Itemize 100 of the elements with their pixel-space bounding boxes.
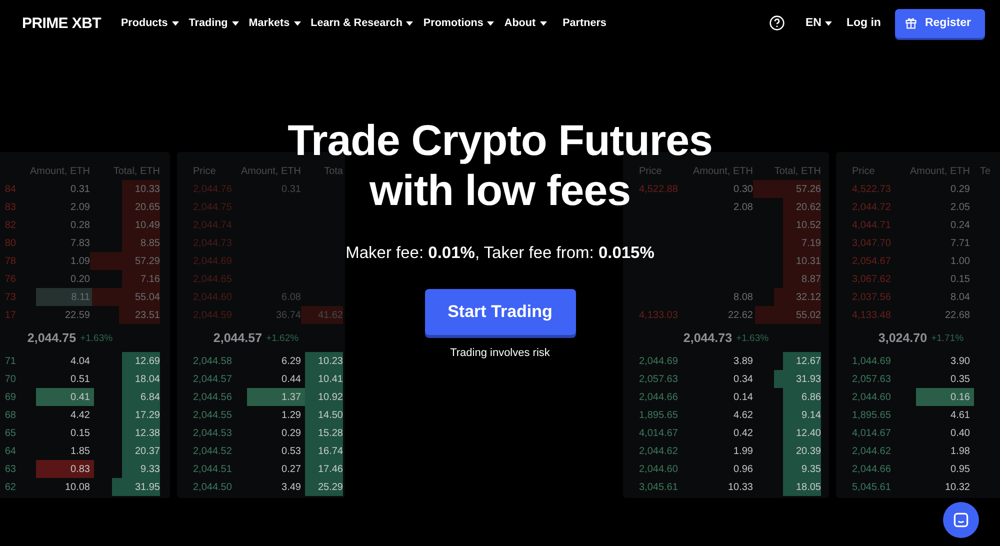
amount: 3.90: [950, 356, 970, 366]
total: 55.04: [134, 292, 160, 302]
depth-bar: [122, 352, 160, 370]
last-price: 2,044.73: [683, 331, 732, 345]
depth-bar: [783, 478, 821, 496]
price: 64: [4, 446, 16, 456]
amount: 0.29: [950, 184, 970, 194]
price: 2,044.60: [852, 392, 891, 402]
total: 7.16: [140, 274, 160, 284]
column-header: Price: [639, 166, 662, 176]
gift-icon: [904, 17, 917, 29]
menu-item[interactable]: Promotions: [423, 13, 494, 33]
total: 14.50: [318, 410, 343, 420]
price: 2,044.51: [193, 464, 232, 474]
depth-bar: [305, 478, 343, 496]
price: 1,895.65: [639, 410, 678, 420]
amount: 0.27: [282, 464, 301, 474]
total: 12.40: [796, 428, 821, 438]
total: 20.65: [134, 202, 160, 212]
amount: 22.62: [728, 310, 753, 320]
price: 76: [4, 274, 16, 284]
total: 55.02: [796, 310, 821, 320]
price: 63: [4, 464, 16, 474]
column-header: Price: [852, 166, 875, 176]
amount: 0.95: [950, 464, 970, 474]
price: 65: [4, 428, 16, 438]
amount: 22.68: [944, 310, 970, 320]
price: 70: [4, 374, 16, 384]
column-header: Te: [980, 166, 991, 176]
total: 7.19: [802, 238, 821, 248]
price: 2,044.76: [193, 184, 232, 194]
total: 6.84: [140, 392, 160, 402]
total: 8.85: [140, 238, 160, 248]
menu-item[interactable]: Partners: [562, 13, 606, 33]
logo[interactable]: PRIME XBT: [22, 14, 101, 32]
total: 31.95: [134, 482, 160, 492]
total: 9.33: [140, 464, 160, 474]
last-price: 2,044.57: [213, 331, 262, 345]
amount: 6.29: [282, 356, 301, 366]
amount: 0.35: [950, 374, 970, 384]
amount: 1.29: [282, 410, 301, 420]
total: 10.41: [318, 374, 343, 384]
price: 84: [4, 184, 16, 194]
depth-bar: [755, 306, 821, 324]
language-selector[interactable]: EN: [805, 17, 832, 29]
price-change: +1.63%: [80, 332, 113, 344]
total: 20.37: [134, 446, 160, 456]
price: 82: [4, 220, 16, 230]
price: 5,045.61: [852, 482, 891, 492]
total: 10.52: [796, 220, 821, 230]
help-icon[interactable]: [769, 15, 786, 31]
depth-bar: [783, 352, 821, 370]
price: 2,044.52: [193, 446, 232, 456]
price: 2,044.69: [639, 356, 678, 366]
total: 9.14: [802, 410, 821, 420]
amount: 0.42: [734, 428, 753, 438]
chat-button[interactable]: [943, 502, 979, 538]
price: 2,044.74: [193, 220, 232, 230]
price: 1,044.69: [852, 356, 891, 366]
login-link[interactable]: Log in: [846, 17, 881, 29]
price: 2,044.66: [639, 392, 678, 402]
price: 83: [4, 202, 16, 212]
price: 3,047.70: [852, 238, 891, 248]
price: 2,044.75: [193, 202, 232, 212]
total: 20.39: [796, 446, 821, 456]
column-header: Amount, ETH: [30, 166, 90, 176]
total: 12.67: [796, 356, 821, 366]
price: 2,037.56: [852, 292, 891, 302]
amount: 2.08: [734, 202, 753, 212]
amount: 1.09: [70, 256, 90, 266]
last-price: 2,044.75: [27, 331, 76, 345]
register-button[interactable]: Register: [894, 8, 985, 38]
price: 2,044.59: [193, 310, 232, 320]
total: 17.29: [134, 410, 160, 420]
amount: 0.15: [950, 274, 970, 284]
menu-item[interactable]: Products: [120, 13, 179, 33]
price-change: +1.63%: [736, 332, 769, 344]
total: 10.33: [134, 184, 160, 194]
amount: 10.33: [728, 482, 753, 492]
start-trading-button[interactable]: Start Trading: [424, 289, 576, 335]
menu-item[interactable]: Learn & Research: [310, 13, 414, 33]
amount: 0.20: [70, 274, 90, 284]
total: 17.46: [318, 464, 343, 474]
menu-item[interactable]: Markets: [248, 13, 301, 33]
total: 25.29: [318, 482, 343, 492]
price: 1,895.65: [852, 410, 891, 420]
depth-bar: [301, 306, 343, 324]
amount: 7.83: [70, 238, 90, 248]
price: 78: [4, 256, 16, 266]
menu-item[interactable]: About: [504, 13, 547, 33]
amount: 2.09: [70, 202, 90, 212]
amount: 4.42: [70, 410, 90, 420]
total: 31.93: [796, 374, 821, 384]
total: 9.35: [802, 464, 821, 474]
menu-item[interactable]: Trading: [188, 13, 239, 33]
price-change: +1.62%: [266, 332, 299, 344]
price: 2,054.67: [852, 256, 891, 266]
amount: 0.51: [70, 374, 90, 384]
amount: 8.08: [734, 292, 753, 302]
amount: 0.53: [282, 446, 301, 456]
